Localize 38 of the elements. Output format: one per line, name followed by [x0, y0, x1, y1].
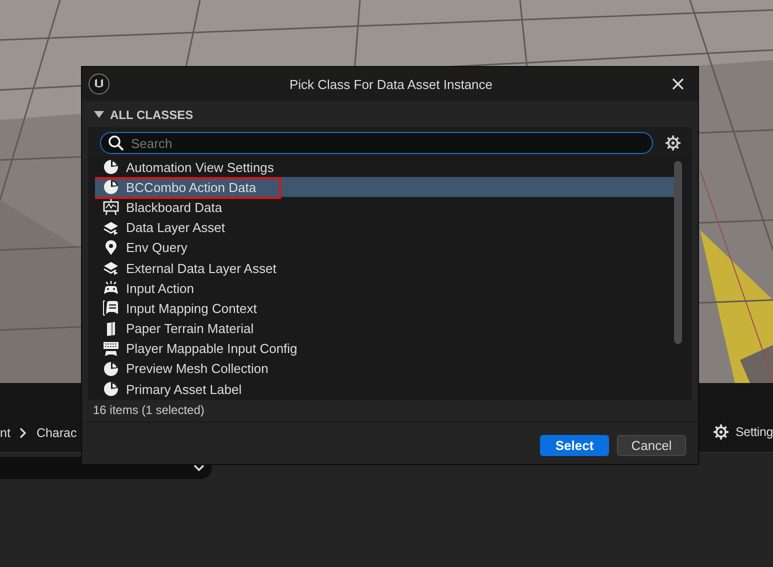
- monitor-icon: [103, 199, 119, 216]
- breadcrumb-item[interactable]: Charac: [36, 426, 77, 440]
- logo-icon: [88, 73, 110, 95]
- select-button[interactable]: Select: [540, 435, 609, 456]
- search-field[interactable]: Search: [100, 132, 653, 154]
- caret-icon: [94, 111, 104, 119]
- pie-chart-icon: [103, 381, 119, 398]
- scrollbar[interactable]: [674, 161, 682, 344]
- list-item[interactable]: Input Action: [95, 278, 678, 298]
- pie-chart-icon: [103, 179, 119, 196]
- pie-chart-icon: [103, 159, 119, 176]
- cancel-button[interactable]: Cancel: [617, 435, 686, 456]
- list-item[interactable]: Primary Asset Label: [95, 379, 678, 400]
- list-item[interactable]: Env Query: [95, 238, 678, 258]
- list-item[interactable]: Input Mapping Context: [95, 298, 678, 318]
- settings-icon[interactable]: [665, 135, 681, 151]
- chevron-icon: [193, 464, 205, 472]
- settings-label[interactable]: Setting: [735, 425, 773, 439]
- list-item[interactable]: Preview Mesh Collection: [95, 358, 678, 380]
- category-header[interactable]: ALL CLASSES: [82, 103, 698, 127]
- status-text: 16 items (1 selected): [82, 400, 698, 423]
- settings-icon[interactable]: [713, 424, 730, 440]
- list-item[interactable]: Blackboard Data: [95, 197, 678, 218]
- list-item[interactable]: External Data Layer Asset: [95, 258, 678, 278]
- list-item[interactable]: Player Mappable Input Config: [95, 338, 678, 359]
- list-item[interactable]: Data Layer Asset: [95, 218, 678, 238]
- breadcrumb-item[interactable]: nt: [0, 426, 10, 440]
- layers-icon: [103, 220, 119, 236]
- chevron-icon: [19, 427, 28, 439]
- search-icon: [108, 135, 124, 151]
- close-icon[interactable]: [672, 78, 684, 90]
- location-pin-icon: [103, 240, 119, 256]
- list-item[interactable]: Paper Terrain Material: [95, 318, 678, 339]
- list-item[interactable]: Automation View Settings: [95, 157, 678, 178]
- window-title: Pick Class For Data Asset Instance: [288, 76, 494, 92]
- layers-icon: [103, 260, 119, 276]
- pie-chart-icon: [103, 360, 119, 377]
- keyboard-icon: [103, 340, 119, 357]
